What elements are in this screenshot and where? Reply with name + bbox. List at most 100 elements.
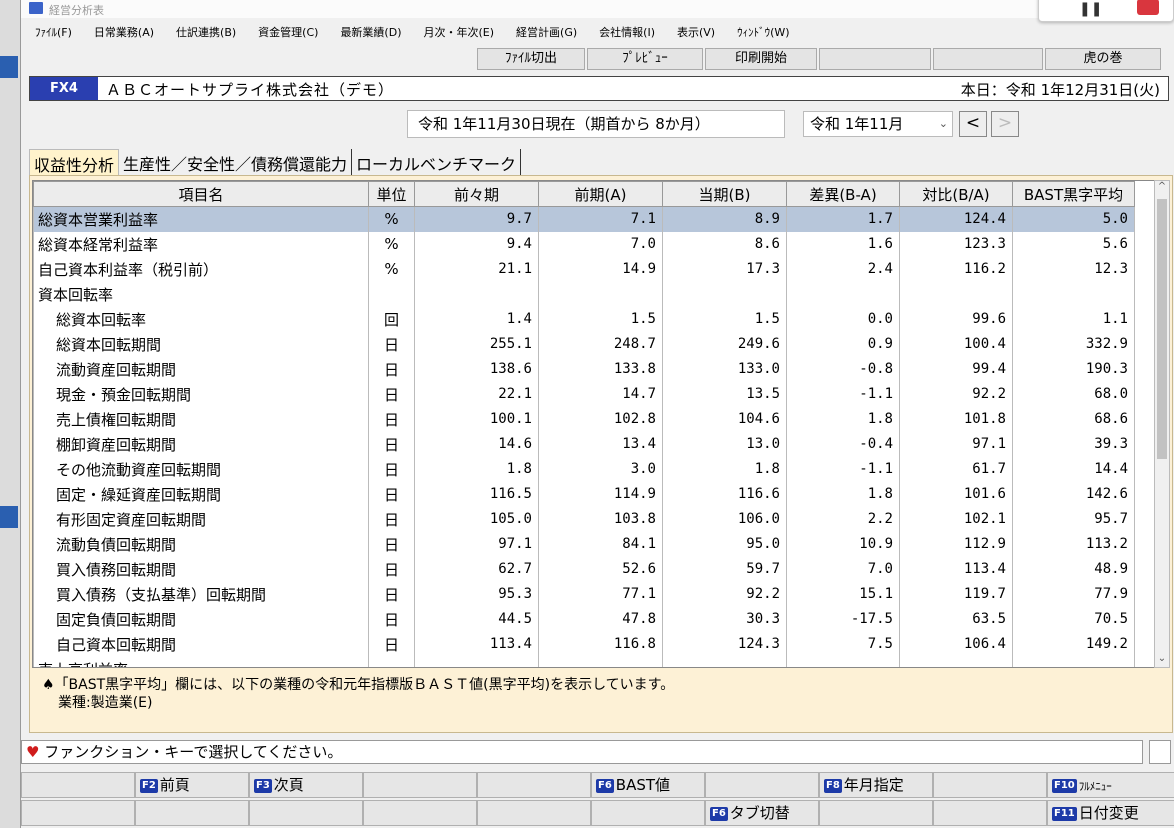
cell-item-name: 総資本回転期間	[33, 331, 369, 357]
cell-item-name: 売上高利益率	[33, 656, 369, 667]
fkey-f8-year-month[interactable]: F8 年月指定	[819, 772, 933, 798]
cell-item-name: その他流動資産回転期間	[33, 456, 369, 482]
pause-icon[interactable]: ❚❚	[1079, 1, 1102, 17]
menu-journal-link[interactable]: 仕訳連携(B)	[176, 24, 236, 40]
company-header: FX4 ＡＢＣオートサプライ株式会社（デモ） 本日：令和 1年12月31日(火)	[29, 76, 1169, 101]
cell-unit: %	[368, 206, 415, 232]
preview-button[interactable]: ﾌﾟﾚﾋﾞｭｰ	[587, 48, 703, 70]
cell-item-name: 買入債務回転期間	[33, 556, 369, 582]
menu-window[interactable]: ｳｨﾝﾄﾞｳ(W)	[737, 24, 789, 40]
cell-diff-value: 0.0	[786, 306, 900, 332]
f2-key-icon: F2	[140, 779, 158, 793]
table-row[interactable]: 総資本経常利益率% 9.4 7.0 8.6 1.6 123.3 5.6	[33, 231, 1135, 257]
cell-diff-value: 2.4	[786, 256, 900, 282]
table-row[interactable]: 流動資産回転期間日 138.6 133.8 133.0 -0.8 99.4 190.3	[33, 356, 1135, 382]
table-row[interactable]: 流動負債回転期間日 97.1 84.1 95.0 10.9 112.9 113.2	[33, 531, 1135, 557]
scroll-up-icon[interactable]: ^	[1155, 181, 1169, 195]
cell-prev-prev-value: 97.1	[414, 531, 539, 557]
table-row[interactable]: 現金・預金回転期間日 22.1 14.7 13.5 -1.1 92.2 68.0	[33, 381, 1135, 407]
cell-prev-value: 77.1	[538, 581, 663, 607]
cell-current-value: 59.7	[662, 556, 787, 582]
table-row[interactable]: 売上債権回転期間日 100.1 102.8 104.6 1.8 101.8 68.6	[33, 406, 1135, 432]
table-scrollbar[interactable]: ^ ⌄	[1154, 180, 1170, 668]
fkey-f6-bast[interactable]: F6 BAST値	[591, 772, 705, 798]
menu-plan[interactable]: 経営計画(G)	[516, 24, 577, 40]
fkey2-f6-tab-switch[interactable]: F6 タブ切替	[705, 800, 819, 826]
cell-unit: 日	[368, 481, 415, 507]
table-row[interactable]: 総資本回転期間日 255.1 248.7 249.6 0.9 100.4 332.9	[33, 331, 1135, 357]
col-header-ratio[interactable]: 対比(B/A)	[899, 181, 1013, 207]
print-button[interactable]: 印刷開始	[705, 48, 817, 70]
table-row[interactable]: 自己資本回転期間日 113.4 116.8 124.3 7.5 106.4 149.2	[33, 631, 1135, 657]
cell-unit: 日	[368, 431, 415, 457]
next-month-button[interactable]: >	[991, 111, 1019, 137]
close-icon[interactable]	[1137, 0, 1159, 15]
tora-no-maki-button[interactable]: 虎の巻	[1045, 48, 1161, 70]
table-row[interactable]: 総資本営業利益率% 9.7 7.1 8.9 1.7 124.4 5.0	[33, 206, 1135, 232]
table-row[interactable]: 固定負債回転期間日 44.5 47.8 30.3 -17.5 63.5 70.5	[33, 606, 1135, 632]
prev-month-button[interactable]: <	[959, 111, 987, 137]
fkey-f4-empty	[363, 772, 477, 798]
cell-bast-value: 95.7	[1012, 506, 1135, 532]
period-select[interactable]: 令和 1年11月 ⌄	[803, 111, 953, 137]
scroll-thumb[interactable]	[1157, 199, 1167, 459]
col-header-unit[interactable]: 単位	[368, 181, 415, 207]
fkey2-f11-date-change[interactable]: F11 日付変更	[1047, 800, 1174, 826]
table-row[interactable]: その他流動資産回転期間日 1.8 3.0 1.8 -1.1 61.7 14.4	[33, 456, 1135, 482]
cell-prev-value: 116.8	[538, 631, 663, 657]
table-header-row: 項目名 単位 前々期 前期(A) 当期(B) 差異(B-A) 対比(B/A) B…	[33, 181, 1135, 207]
table-row[interactable]: 売上高利益率	[33, 656, 1135, 667]
cell-bast-value: 1.1	[1012, 306, 1135, 332]
menu-file[interactable]: ﾌｧｲﾙ(F)	[35, 24, 72, 40]
cell-prev-value: 114.9	[538, 481, 663, 507]
menu-latest-results[interactable]: 最新業績(D)	[340, 24, 401, 40]
table-row[interactable]: 総資本回転率回 1.4 1.5 1.5 0.0 99.6 1.1	[33, 306, 1135, 332]
fkey2-slot-2	[135, 800, 249, 826]
col-header-current[interactable]: 当期(B)	[662, 181, 787, 207]
cell-current-value: 249.6	[662, 331, 787, 357]
cell-ratio-value: 63.5	[899, 606, 1013, 632]
table-row[interactable]: 棚卸資産回転期間日 14.6 13.4 13.0 -0.4 97.1 39.3	[33, 431, 1135, 457]
table-row[interactable]: 自己資本利益率（税引前）% 21.1 14.9 17.3 2.4 116.2 12.3	[33, 256, 1135, 282]
menu-daily[interactable]: 日常業務(A)	[94, 24, 154, 40]
table-row[interactable]: 有形固定資産回転期間日 105.0 103.8 106.0 2.2 102.1 95.7	[33, 506, 1135, 532]
window-controls[interactable]: ❚❚	[1038, 0, 1174, 22]
table-row[interactable]: 固定・繰延資産回転期間日 116.5 114.9 116.6 1.8 101.6 142.6	[33, 481, 1135, 507]
cell-unit	[368, 281, 415, 307]
table-row[interactable]: 買入債務（支払基準）回転期間日 95.3 77.1 92.2 15.1 119.7 77.9	[33, 581, 1135, 607]
cell-prev-prev-value: 95.3	[414, 581, 539, 607]
table-row[interactable]: 資本回転率	[33, 281, 1135, 307]
fkey-f9-empty	[933, 772, 1047, 798]
col-header-bast[interactable]: BAST黒字平均	[1012, 181, 1135, 207]
col-header-diff[interactable]: 差異(B-A)	[786, 181, 900, 207]
col-header-item[interactable]: 項目名	[33, 181, 369, 207]
cell-unit: 日	[368, 581, 415, 607]
col-header-prev[interactable]: 前期(A)	[538, 181, 663, 207]
prompt-input-box[interactable]	[1149, 740, 1171, 764]
cell-ratio-value: 106.4	[899, 631, 1013, 657]
file-export-button[interactable]: ﾌｧｲﾙ切出	[477, 48, 585, 70]
col-header-prev-prev[interactable]: 前々期	[414, 181, 539, 207]
scroll-down-icon[interactable]: ⌄	[1155, 653, 1169, 667]
analysis-panel: 項目名 単位 前々期 前期(A) 当期(B) 差異(B-A) 対比(B/A) B…	[29, 175, 1173, 733]
cell-prev-prev-value	[414, 281, 539, 307]
window-title: 経営分析表	[49, 4, 104, 17]
prompt-text: ファンクション・キーで選択してください。	[44, 743, 343, 761]
fkey-f3-next-page[interactable]: F3 次頁	[249, 772, 363, 798]
menu-funds[interactable]: 資金管理(C)	[258, 24, 318, 40]
cell-item-name: 買入債務（支払基準）回転期間	[33, 581, 369, 607]
toolbar-empty-2	[933, 48, 1043, 70]
fkey-f2-prev-page[interactable]: F2 前頁	[135, 772, 249, 798]
fkey-f5-empty	[477, 772, 591, 798]
app-icon	[29, 2, 43, 14]
tab-profitability[interactable]: 収益性分析	[29, 149, 120, 175]
cell-item-name: 自己資本利益率（税引前）	[33, 256, 369, 282]
tab-local-benchmark[interactable]: ローカルベンチマーク	[352, 149, 522, 175]
menu-monthly-yearly[interactable]: 月次・年次(E)	[424, 24, 495, 40]
menu-view[interactable]: 表示(V)	[677, 24, 715, 40]
fkey-f10-full-menu[interactable]: F10 ﾌﾙﾒﾆｭｰ	[1047, 772, 1174, 798]
chevron-down-icon[interactable]: ⌄	[939, 112, 948, 136]
table-row[interactable]: 買入債務回転期間日 62.7 52.6 59.7 7.0 113.4 48.9	[33, 556, 1135, 582]
menu-company-info[interactable]: 会社情報(I)	[599, 24, 655, 40]
tab-productivity-safety[interactable]: 生産性／安全性／債務償還能力	[119, 149, 353, 175]
